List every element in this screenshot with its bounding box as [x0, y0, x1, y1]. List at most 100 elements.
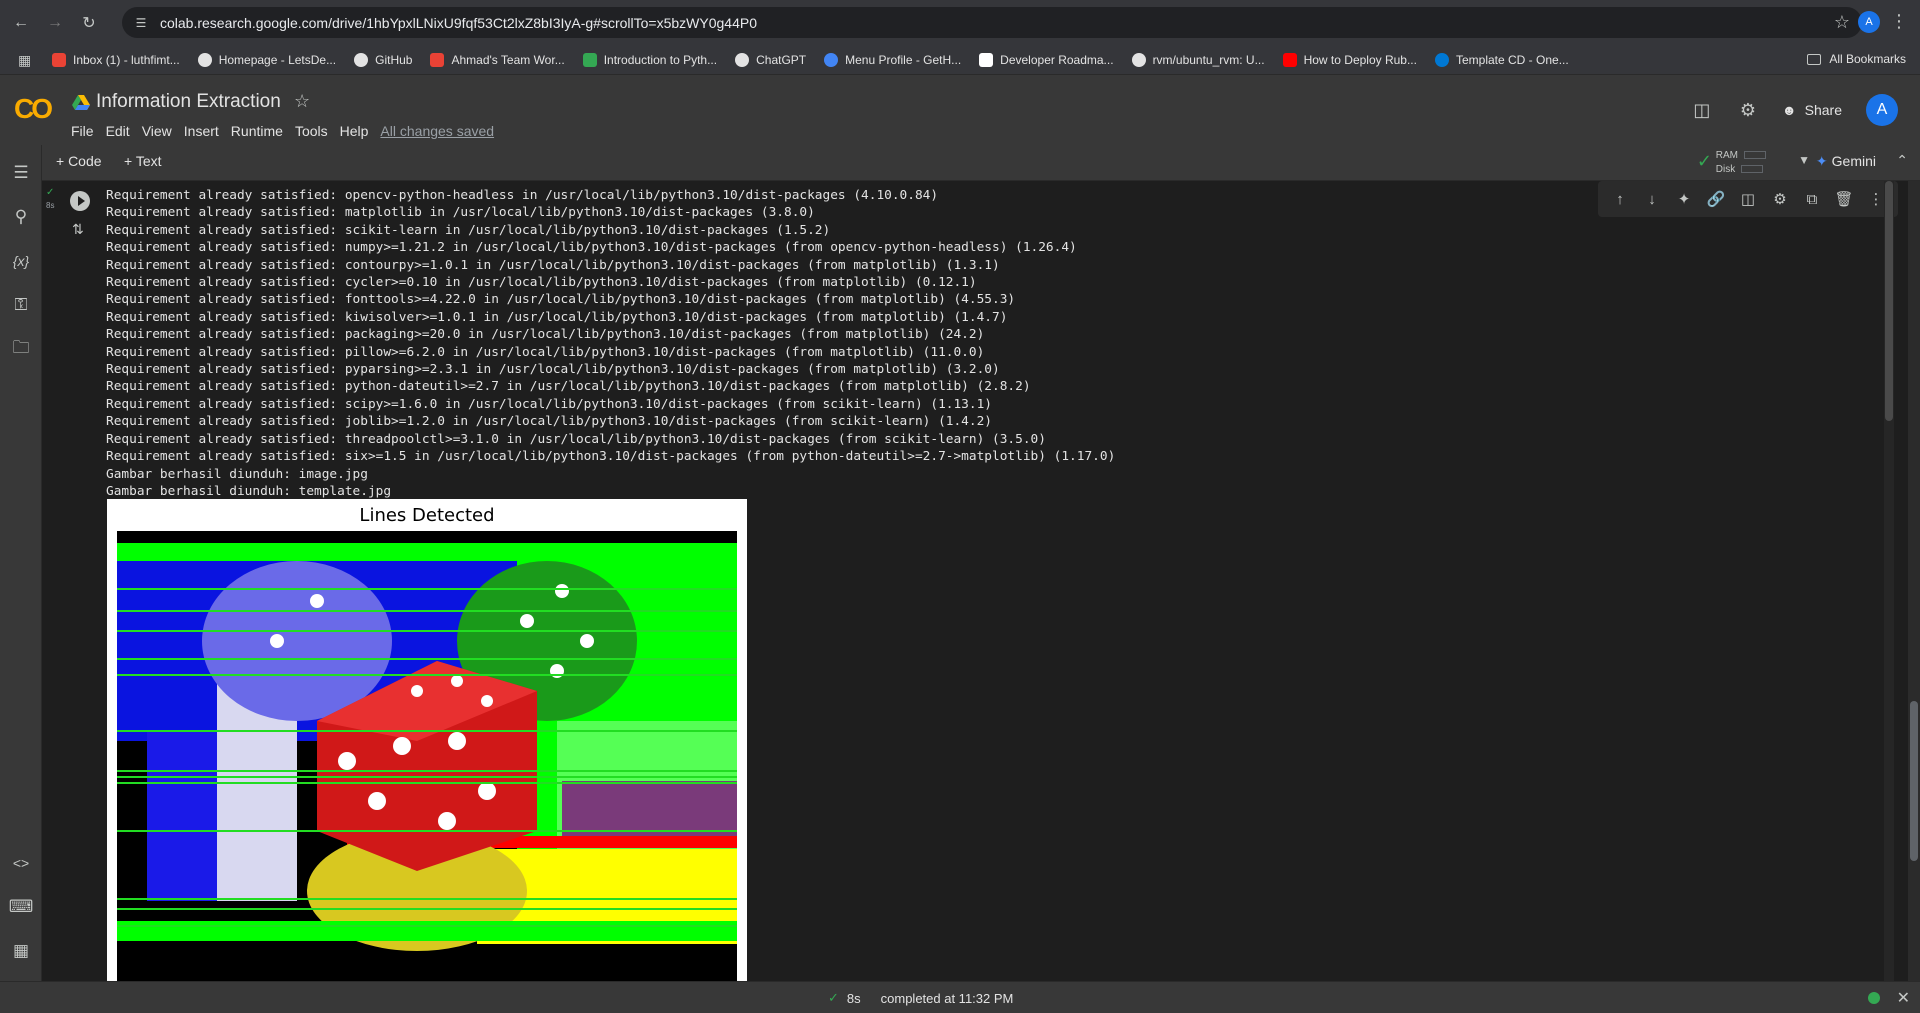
bookmark-item[interactable]: rvm/ubuntu_rvm: U...: [1131, 52, 1265, 67]
delete-icon[interactable]: 🗑: [1828, 190, 1860, 208]
output-line: Gambar berhasil diunduh: image.jpg: [106, 466, 368, 482]
move-down-icon[interactable]: ↓: [1636, 191, 1668, 208]
bookmark-label: rvm/ubuntu_rvm: U...: [1152, 52, 1265, 67]
execution-status[interactable]: ✓ 8s completed at 11:32 PM: [828, 990, 1013, 1006]
bookmark-label: Inbox (1) - luthfimt...: [73, 52, 180, 67]
header-actions: ◫ ⚙ ☻ Share A: [1690, 75, 1920, 145]
bookmark-item[interactable]: Introduction to Pyth...: [582, 52, 717, 67]
gemini-button[interactable]: ✦ Gemini: [1816, 153, 1876, 170]
code-snippets-icon[interactable]: <>: [9, 851, 33, 875]
output-line: Requirement already satisfied: cycler>=0…: [106, 275, 977, 291]
menu-insert[interactable]: Insert: [184, 123, 219, 139]
output-line: Requirement already satisfied: scipy>=1.…: [106, 396, 993, 412]
check-icon: ✓: [828, 990, 839, 1005]
output-line: Requirement already satisfied: opencv-py…: [106, 188, 939, 203]
settings-gear-icon[interactable]: ⚙: [1736, 98, 1760, 122]
output-line: Requirement already satisfied: six>=1.5 …: [106, 449, 1116, 465]
colab-header: CO Information Extraction ☆ File Edit Vi…: [0, 75, 1920, 145]
back-icon[interactable]: ←: [8, 10, 34, 36]
browser-menu-icon[interactable]: ⋮: [1890, 11, 1908, 32]
bookmark-label: Ahmad's Team Wor...: [451, 52, 565, 67]
share-button[interactable]: ☻ Share: [1782, 102, 1842, 118]
menu-help[interactable]: Help: [340, 123, 369, 139]
chevron-down-icon[interactable]: ▼: [1798, 153, 1810, 167]
bookmark-item[interactable]: Menu Profile - GetH...: [824, 52, 961, 67]
menu-runtime[interactable]: Runtime: [231, 123, 283, 139]
menu-file[interactable]: File: [71, 123, 94, 139]
table-of-contents-icon[interactable]: ☰: [9, 161, 33, 185]
menu-edit[interactable]: Edit: [106, 123, 130, 139]
key-icon[interactable]: ⚿: [9, 293, 33, 317]
apps-grid-icon[interactable]: ▦: [18, 52, 34, 68]
cell-settings-icon[interactable]: ⚙: [1764, 190, 1796, 208]
forward-icon[interactable]: →: [42, 10, 68, 36]
bookmark-star-icon[interactable]: ☆: [1834, 12, 1850, 33]
page-scroll-thumb[interactable]: [1910, 701, 1918, 861]
comment-icon[interactable]: ◫: [1732, 190, 1764, 208]
url-text[interactable]: colab.research.google.com/drive/1hbYpxlL…: [160, 15, 757, 31]
bookmark-label: GitHub: [375, 52, 413, 67]
status-duration: 8s: [846, 990, 861, 1006]
cell-output: Requirement already satisfied: opencv-py…: [106, 187, 1115, 500]
output-scroll-thumb[interactable]: [1885, 181, 1893, 421]
notebook-title[interactable]: Information Extraction: [96, 91, 281, 113]
menu-tools[interactable]: Tools: [295, 123, 328, 139]
add-code-button[interactable]: + Code: [56, 153, 102, 169]
bookmark-item[interactable]: Developer Roadma...: [979, 52, 1114, 67]
browser-profile-avatar[interactable]: A: [1858, 11, 1880, 33]
run-success-icon: ✓: [46, 187, 55, 198]
output-line: Requirement already satisfied: python-da…: [106, 379, 1031, 395]
terminal-icon[interactable]: ▦: [9, 939, 33, 963]
output-figure: Lines Detected: [107, 499, 747, 981]
roadmap-icon: [979, 52, 994, 67]
bookmark-item[interactable]: GitHub: [354, 52, 413, 67]
connection-status-dot: [1868, 992, 1880, 1004]
lines-detected-image: [117, 531, 737, 981]
site-info-icon[interactable]: ☰: [132, 14, 150, 32]
exec-time: 8s: [46, 201, 55, 210]
variables-icon[interactable]: {x}: [9, 249, 33, 273]
page-scrollbar[interactable]: [1908, 181, 1920, 981]
bookmark-item[interactable]: Homepage - LetsDe...: [197, 52, 336, 67]
command-palette-icon[interactable]: ⌨: [9, 895, 34, 919]
move-up-icon[interactable]: ↑: [1604, 191, 1636, 208]
reload-icon[interactable]: ↻: [76, 10, 102, 36]
all-bookmarks[interactable]: All Bookmarks: [1807, 52, 1906, 66]
output-line: Requirement already satisfied: fonttools…: [106, 292, 1016, 308]
star-icon[interactable]: ☆: [294, 91, 310, 112]
bookmark-label: ChatGPT: [756, 52, 807, 67]
bookmark-item[interactable]: Ahmad's Team Wor...: [430, 52, 565, 67]
figure-title: Lines Detected: [359, 505, 495, 526]
output-actions-icon[interactable]: ⇅: [72, 221, 84, 238]
address-bar[interactable]: ☰ colab.research.google.com/drive/1hbYpx…: [122, 7, 1862, 38]
menu-view[interactable]: View: [142, 123, 172, 139]
chevron-up-icon[interactable]: ⌃: [1896, 152, 1908, 169]
folder-icon[interactable]: 🗀: [9, 337, 33, 361]
save-status[interactable]: All changes saved: [380, 123, 494, 139]
gemini-sparkle-icon[interactable]: ✦: [1668, 190, 1700, 208]
run-cell-button[interactable]: [70, 191, 90, 211]
gmail-icon: [52, 52, 66, 67]
avatar[interactable]: A: [1866, 94, 1898, 126]
bookmark-item[interactable]: ChatGPT: [735, 52, 807, 67]
ram-bar: [1744, 151, 1766, 160]
github-icon: [1131, 52, 1146, 67]
link-icon[interactable]: 🔗: [1700, 190, 1732, 208]
drive-icon[interactable]: [72, 95, 90, 111]
mirror-cell-icon[interactable]: ⧉: [1796, 191, 1828, 208]
search-icon[interactable]: ⚲: [9, 205, 33, 229]
output-scrollbar[interactable]: [1884, 181, 1894, 981]
status-completed: completed at 11:32 PM: [880, 990, 1014, 1006]
comment-icon[interactable]: ◫: [1690, 98, 1714, 122]
team-icon: [430, 52, 445, 67]
bookmark-item[interactable]: Inbox (1) - luthfimt...: [52, 52, 180, 67]
bookmark-item[interactable]: Template CD - One...: [1434, 52, 1569, 67]
resource-monitor[interactable]: RAM Disk: [1716, 149, 1766, 177]
close-icon[interactable]: ✕: [1897, 988, 1910, 1008]
colab-logo[interactable]: CO: [14, 93, 53, 125]
left-sidebar: ☰ ⚲ {x} ⚿ 🗀 <> ⌨ ▦: [0, 145, 42, 981]
add-text-button[interactable]: + Text: [124, 153, 162, 169]
bookmark-item[interactable]: How to Deploy Rub...: [1282, 52, 1417, 67]
output-line: Requirement already satisfied: numpy>=1.…: [106, 240, 1077, 256]
disk-label: Disk: [1715, 164, 1736, 175]
